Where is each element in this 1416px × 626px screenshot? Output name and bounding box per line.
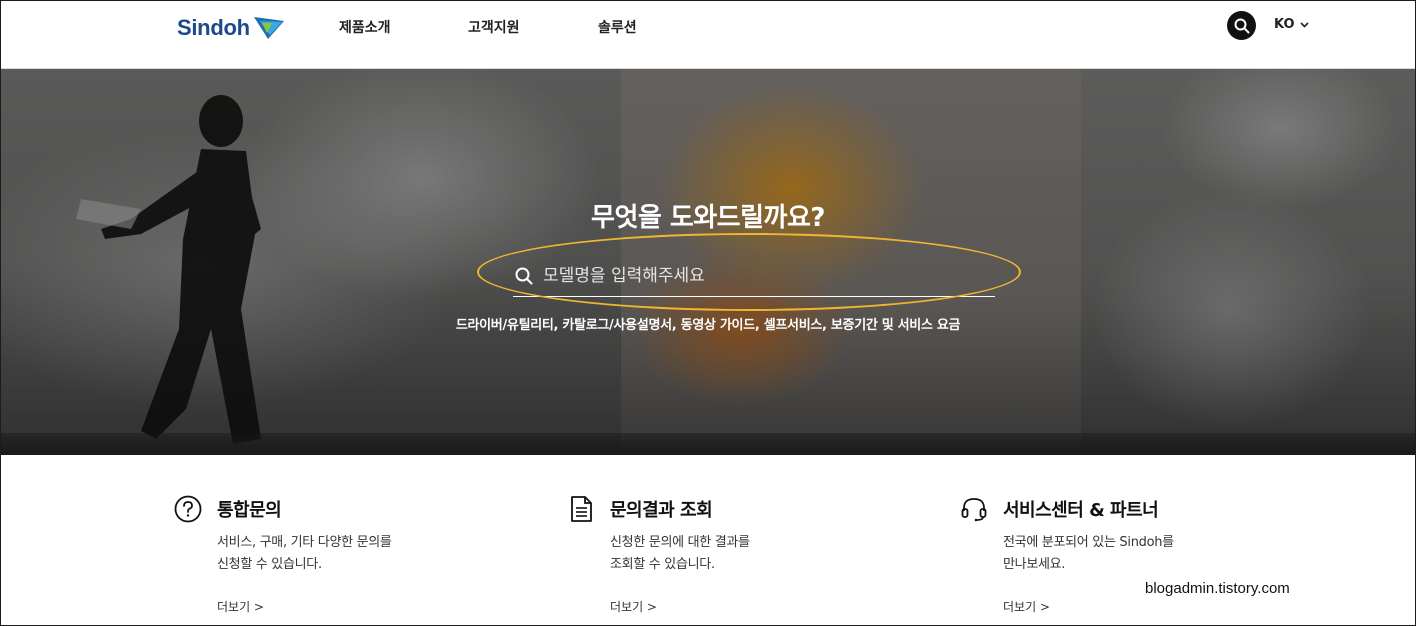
nav-item-support[interactable]: 고객지원	[468, 17, 520, 37]
card-description: 전국에 분포되어 있는 Sindoh를 만나보세요.	[1003, 535, 1174, 572]
nav-item-solutions[interactable]: 솔루션	[598, 17, 637, 37]
model-search-input[interactable]	[541, 260, 995, 291]
hero-floor	[1, 433, 1415, 455]
logo-mark-icon	[253, 17, 284, 39]
blog-watermark: blogadmin.tistory.com	[1145, 580, 1290, 597]
card-service-center: 서비스센터 & 파트너 전국에 분포되어 있는 Sindoh를 만나보세요. 더…	[959, 494, 1219, 614]
header-search-button[interactable]	[1227, 11, 1256, 40]
card-description: 신청한 문의에 대한 결과를 조회할 수 있습니다.	[610, 535, 750, 572]
more-link[interactable]: 더보기 >	[1003, 598, 1050, 615]
headset-icon	[959, 494, 989, 524]
card-title[interactable]: 문의결과 조회	[610, 496, 713, 522]
card-integrated-inquiry: 통합문의 서비스, 구매, 기타 다양한 문의를 신청할 수 있습니다. 더보기…	[173, 494, 433, 614]
hero-banner: 무엇을 도와드릴까요? 드라이버/유틸리티, 카탈로그/사용설명서, 동영상 가…	[1, 69, 1415, 455]
quick-links[interactable]: 드라이버/유틸리티, 카탈로그/사용설명서, 동영상 가이드, 셀프서비스, 보…	[1, 314, 1415, 333]
card-inquiry-results: 문의결과 조회 신청한 문의에 대한 결과를 조회할 수 있습니다. 더보기 >	[566, 494, 826, 614]
chevron-down-icon	[1299, 21, 1309, 28]
more-link[interactable]: 더보기 >	[610, 598, 657, 615]
language-selector[interactable]: KO	[1274, 17, 1309, 32]
model-search-bar	[513, 255, 995, 297]
nav-item-products[interactable]: 제품소개	[339, 17, 391, 37]
search-icon	[1234, 18, 1249, 33]
question-circle-icon	[173, 494, 203, 524]
site-header: Sindoh 제품소개 고객지원 솔루션 KO	[1, 1, 1415, 69]
card-title[interactable]: 서비스센터 & 파트너	[1003, 496, 1159, 522]
search-icon[interactable]	[515, 267, 533, 285]
document-icon	[566, 494, 596, 524]
card-title[interactable]: 통합문의	[217, 496, 282, 522]
sindoh-logo[interactable]: Sindoh	[177, 13, 286, 43]
language-label: KO	[1274, 17, 1295, 32]
logo-text: Sindoh	[177, 15, 250, 40]
hero-title: 무엇을 도와드릴까요?	[591, 203, 825, 233]
card-description: 서비스, 구매, 기타 다양한 문의를 신청할 수 있습니다.	[217, 535, 392, 572]
more-link[interactable]: 더보기 >	[217, 598, 264, 615]
